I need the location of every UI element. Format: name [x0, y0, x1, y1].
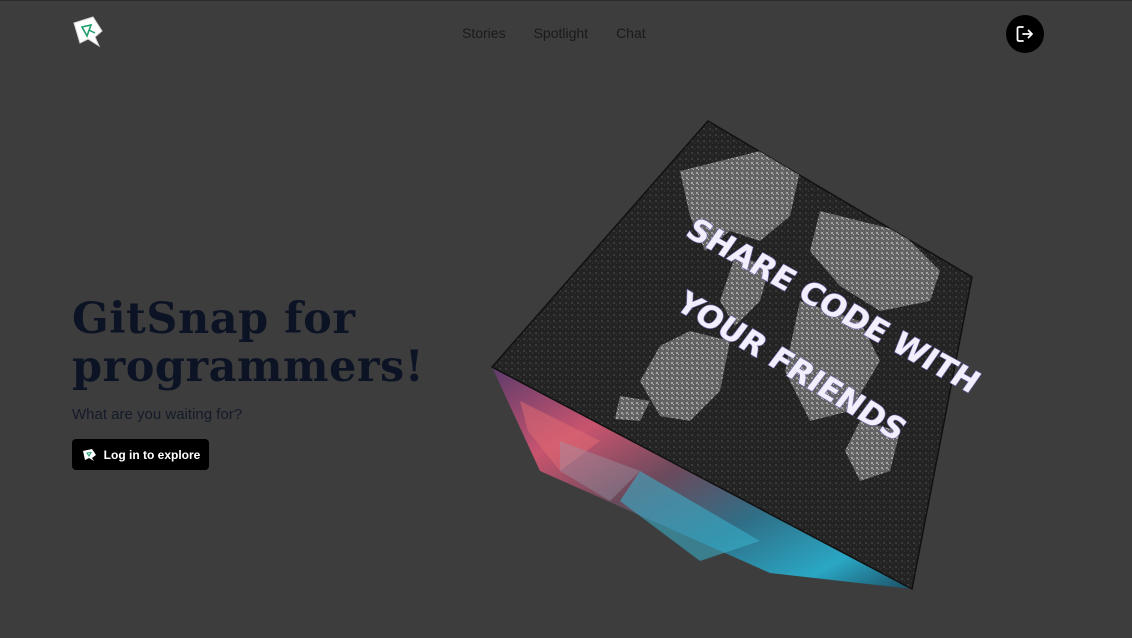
nav-stories[interactable]: Stories — [462, 25, 506, 41]
snap-ghost-icon — [82, 448, 96, 461]
cube-text-line1: SHARE CODE WITH — [679, 212, 986, 400]
main-nav: Stories Spotlight Chat — [462, 25, 646, 41]
nav-chat[interactable]: Chat — [616, 25, 646, 41]
cube-top-face — [490, 120, 973, 591]
login-explore-label: Log in to explore — [103, 447, 201, 462]
hero-title-line2: programmers! — [72, 342, 425, 392]
gitsnap-logo-icon[interactable] — [71, 15, 105, 49]
landing-page: Stories Spotlight Chat GitSnap for progr… — [0, 0, 1132, 638]
cube-text-line2: YOUR FRIENDS — [668, 285, 913, 448]
hero-title: GitSnap for programmers! — [72, 295, 424, 391]
nav-spotlight[interactable]: Spotlight — [534, 25, 588, 41]
hero-title-line1: GitSnap for — [72, 294, 356, 344]
cube-side-face — [492, 367, 912, 589]
logout-button[interactable] — [1006, 15, 1044, 53]
login-explore-button[interactable]: Log in to explore — [72, 439, 209, 470]
hero-subtitle: What are you waiting for? — [72, 406, 243, 423]
logout-icon — [1016, 26, 1033, 42]
